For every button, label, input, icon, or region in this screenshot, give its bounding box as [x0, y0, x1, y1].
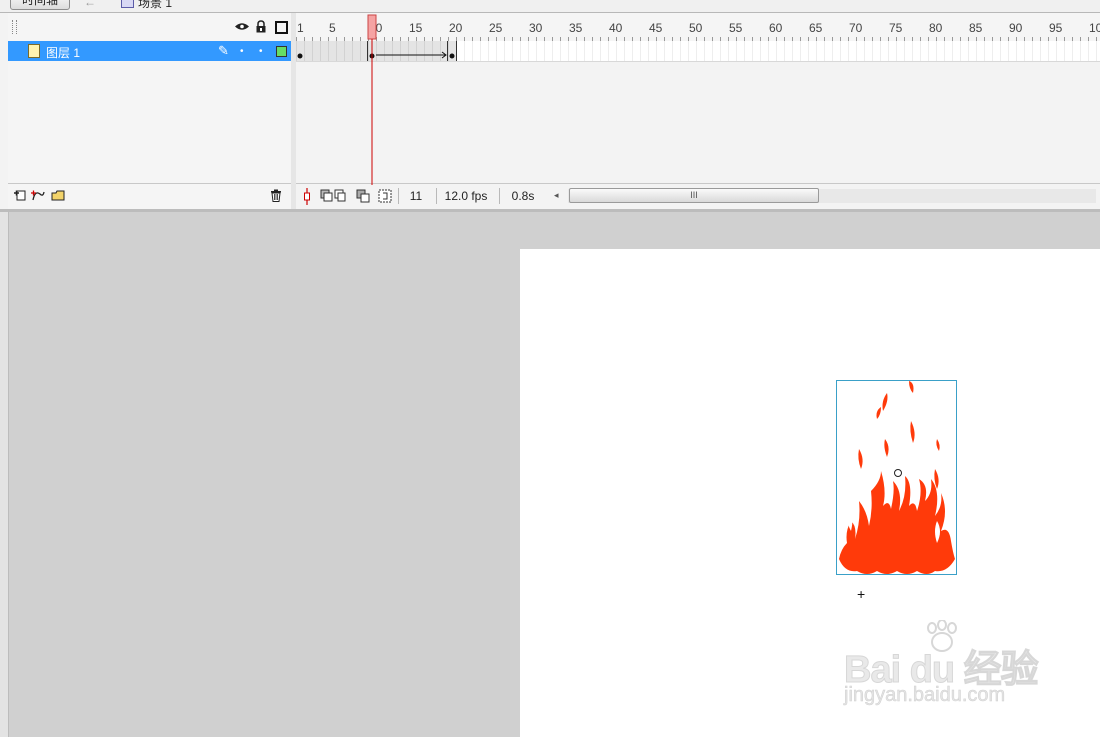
fire-symbol-instance[interactable] [836, 380, 957, 575]
layer-frames-row[interactable] [296, 41, 1100, 62]
timeline-tab-button[interactable]: 时间轴 [10, 0, 70, 10]
keyframe-dot[interactable] [297, 53, 303, 59]
frame-ruler-ticks: 1510152025303540455055606570758085909510 [296, 21, 1100, 41]
center-frame-icon[interactable] [302, 188, 312, 205]
transform-point-icon[interactable] [894, 469, 902, 477]
ruler-label: 55 [729, 21, 743, 35]
layer-list-header [8, 13, 291, 42]
scroll-left-arrow-icon[interactable]: ◂ [554, 190, 559, 201]
fire-graphic [839, 381, 955, 574]
layer-icon [28, 44, 40, 58]
watermark-url: jingyan.baidu.com [844, 684, 1006, 707]
ruler-label: 20 [449, 21, 463, 35]
ruler-label: 75 [889, 21, 903, 35]
frames-area: 1510152025303540455055606570758085909510… [296, 13, 1100, 210]
layer-name[interactable]: 图层 1 [46, 44, 80, 61]
ruler-label: 80 [929, 21, 943, 35]
layer-list-panel: 图层 1 ✎ • • [8, 13, 292, 209]
layer-lock-dot-icon[interactable]: • [259, 46, 263, 57]
delete-layer-icon[interactable] [270, 189, 282, 202]
frame-rate-display[interactable]: 12.0 fps [436, 188, 495, 204]
scene-label[interactable]: 场景 1 [138, 0, 172, 11]
elapsed-time-display: 0.8s [499, 188, 546, 204]
ruler-label: 1 [297, 21, 304, 35]
layer-footer-toolbar [8, 183, 291, 210]
ruler-label: 15 [409, 21, 423, 35]
watermark: Bai du 经验 jingyan.baidu.com [844, 620, 1044, 715]
edit-multiple-frames-icon[interactable] [356, 189, 370, 203]
onion-skin-icon[interactable] [320, 189, 346, 203]
panel-grip-icon[interactable] [12, 20, 17, 34]
layer-visibility-dot-icon[interactable]: • [240, 46, 244, 57]
fire-shape [839, 381, 955, 574]
ruler-label: 50 [689, 21, 703, 35]
keyframe-dot[interactable] [449, 53, 455, 59]
ruler-label: 60 [769, 21, 783, 35]
scene-icon [121, 0, 134, 8]
registration-crosshair-icon: + [857, 586, 866, 602]
eye-icon[interactable] [235, 22, 249, 31]
ruler-label: 25 [489, 21, 503, 35]
timeline-tab-bar: 时间轴 ← 场景 1 [0, 0, 1100, 13]
frames-grid [296, 41, 1097, 61]
ruler-label: 90 [1009, 21, 1023, 35]
layer-outline-color-swatch[interactable] [276, 46, 287, 57]
timeline-status-bar: 11 12.0 fps 0.8s ◂ III [296, 183, 1100, 210]
ruler-label: 10 [1089, 21, 1100, 35]
ruler-label: 95 [1049, 21, 1063, 35]
ruler-label: 35 [569, 21, 583, 35]
ruler-label: 10 [369, 21, 383, 35]
ruler-label: 30 [529, 21, 543, 35]
frames-empty-area [296, 62, 1100, 183]
layer-row[interactable]: 图层 1 ✎ • • [8, 41, 291, 61]
lock-icon[interactable] [256, 20, 266, 33]
current-frame-display: 11 [398, 188, 433, 204]
ruler-label: 5 [329, 21, 336, 35]
pencil-icon: ✎ [218, 43, 229, 58]
ruler-label: 65 [809, 21, 823, 35]
ruler-label: 70 [849, 21, 863, 35]
ruler-label: 85 [969, 21, 983, 35]
outline-icon[interactable] [275, 21, 288, 34]
add-motion-guide-icon[interactable] [31, 190, 45, 201]
ruler-label: 40 [609, 21, 623, 35]
add-folder-icon[interactable] [51, 190, 65, 201]
modify-onion-markers-icon[interactable] [378, 189, 392, 203]
frame-ruler[interactable]: 1510152025303540455055606570758085909510 [296, 13, 1100, 42]
add-layer-icon[interactable] [14, 190, 26, 201]
keyframe-dot[interactable] [369, 53, 375, 59]
back-arrow-icon[interactable]: ← [84, 0, 96, 9]
scrollbar-thumb[interactable]: III [569, 188, 819, 203]
ruler-label: 45 [649, 21, 663, 35]
